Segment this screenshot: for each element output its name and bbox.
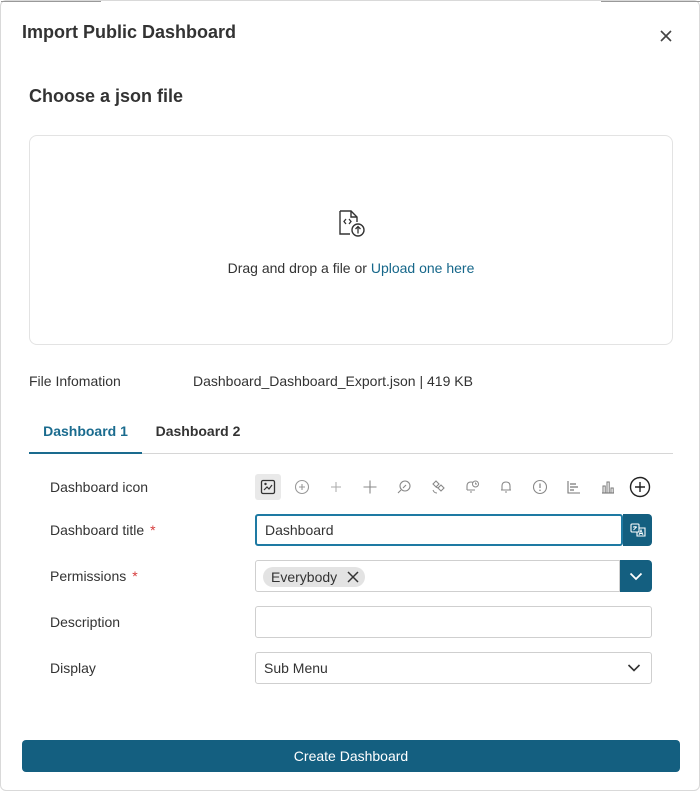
required-marker: *	[150, 522, 156, 538]
bell-clock-icon[interactable]	[459, 474, 485, 500]
dialog-title: Import Public Dashboard	[22, 22, 237, 42]
plus-thin-icon[interactable]	[323, 474, 349, 500]
file-info-value: Dashboard_Dashboard_Export.json | 419 KB	[193, 373, 473, 389]
plus-icon[interactable]	[357, 474, 383, 500]
create-dashboard-button[interactable]: Create Dashboard	[22, 740, 680, 772]
translate-button[interactable]	[623, 514, 652, 546]
file-upload-icon	[336, 208, 366, 238]
chevron-down-icon	[627, 663, 641, 673]
dashboard-title-input[interactable]	[255, 514, 623, 546]
chevron-down-icon	[629, 572, 643, 580]
import-dashboard-dialog: Import Public Dashboard Choose a json fi…	[0, 0, 700, 791]
description-input[interactable]	[255, 606, 652, 638]
top-edge-line	[1, 1, 101, 2]
display-select[interactable]: Sub Menu	[255, 652, 652, 684]
rocket-icon[interactable]	[391, 474, 417, 500]
add-circle-icon[interactable]	[627, 474, 653, 500]
dashboard-image-icon[interactable]	[255, 474, 281, 500]
dashboard-title-label: Dashboard title *	[50, 522, 156, 538]
display-select-value: Sub Menu	[264, 660, 328, 676]
upload-link[interactable]: Upload one here	[371, 260, 475, 276]
bell-icon[interactable]	[493, 474, 519, 500]
top-edge-line	[601, 1, 700, 2]
description-label: Description	[50, 614, 121, 630]
plus-circle-icon[interactable]	[289, 474, 315, 500]
permission-chip: Everybody	[263, 567, 366, 587]
remove-chip-icon[interactable]	[347, 571, 359, 583]
satellite-icon[interactable]	[425, 474, 451, 500]
permissions-label: Permissions *	[50, 568, 138, 584]
drag-drop-text: Drag and drop a file or	[227, 260, 371, 276]
dashboard-tabs: Dashboard 1 Dashboard 2	[29, 411, 673, 454]
permission-chip-label: Everybody	[271, 569, 338, 585]
file-dropzone[interactable]: Drag and drop a file or Upload one here	[29, 135, 673, 345]
required-marker: *	[132, 568, 138, 584]
file-info-label: File Infomation	[29, 373, 121, 389]
close-icon[interactable]	[655, 25, 677, 47]
tab-dashboard-1[interactable]: Dashboard 1	[29, 411, 142, 454]
permissions-dropdown-button[interactable]	[620, 560, 652, 592]
dropzone-text: Drag and drop a file or Upload one here	[30, 260, 672, 276]
dashboard-title-label-text: Dashboard title	[50, 522, 145, 538]
dashboard-icon-label: Dashboard icon	[50, 479, 149, 495]
permissions-field[interactable]: Everybody	[255, 560, 620, 592]
alert-circle-icon[interactable]	[527, 474, 553, 500]
display-label: Display	[50, 660, 96, 676]
choose-file-heading: Choose a json file	[29, 86, 184, 106]
bar-chart-horizontal-icon[interactable]	[561, 474, 587, 500]
translate-icon	[629, 523, 646, 537]
bar-chart-icon[interactable]	[595, 474, 621, 500]
tab-dashboard-2[interactable]: Dashboard 2	[150, 411, 246, 454]
permissions-label-text: Permissions	[50, 568, 127, 584]
